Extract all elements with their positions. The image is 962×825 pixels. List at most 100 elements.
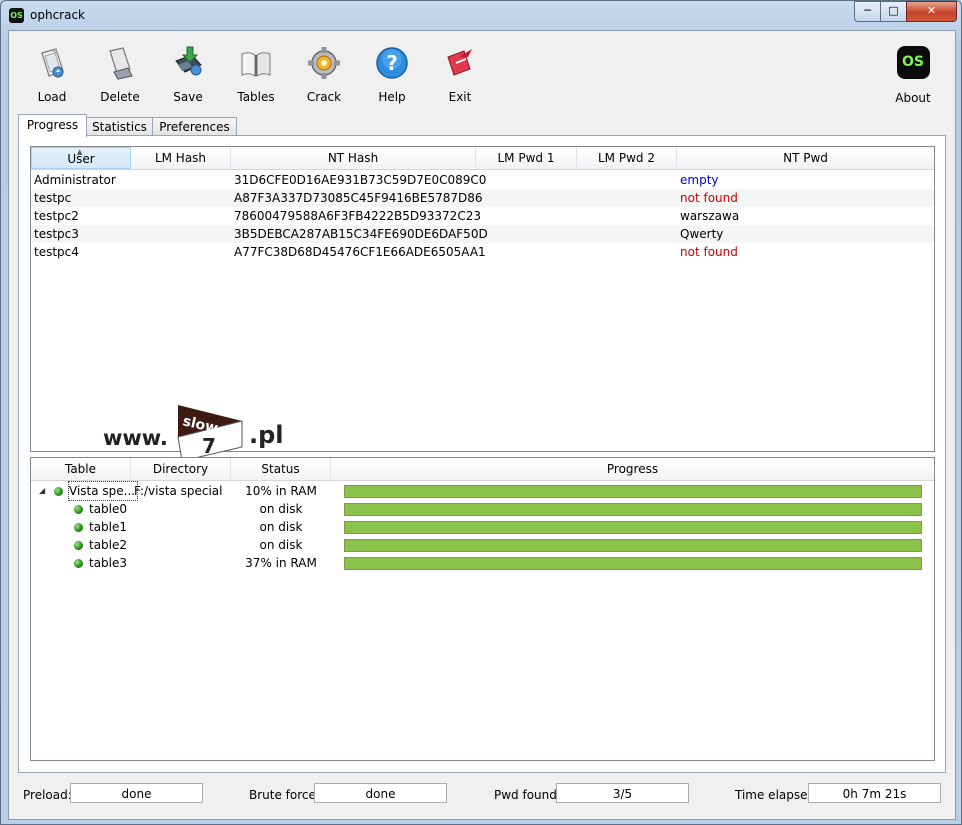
- exit-label: Exit: [448, 90, 472, 104]
- help-label: Help: [378, 90, 406, 104]
- cell-table-name: table1: [89, 520, 128, 534]
- window-title: ophcrack: [30, 8, 85, 22]
- tables-label: Tables: [237, 90, 275, 104]
- col-user[interactable]: ▲ User: [31, 147, 131, 169]
- table-row[interactable]: Administrator 31D6CFE0D16AE931B73C59D7E0C…: [31, 171, 934, 189]
- tab-preferences[interactable]: Preferences: [152, 117, 237, 136]
- delete-icon: [102, 45, 138, 81]
- col-nt-hash[interactable]: NT Hash: [231, 147, 476, 169]
- cell-nt-pwd: empty: [680, 173, 719, 187]
- delete-label: Delete: [100, 90, 140, 104]
- cell-status: 10% in RAM: [245, 484, 317, 498]
- cell-user: testpc: [34, 191, 72, 205]
- cell-status: on disk: [259, 538, 303, 552]
- watermark: www. slow 7 .pl: [103, 401, 284, 461]
- save-label: Save: [173, 90, 203, 104]
- cell-table-name: Vista spe...: [67, 481, 139, 501]
- pwd-found-label: Pwd found:: [494, 788, 561, 802]
- status-bar: Preload: done Brute force: done Pwd foun…: [9, 778, 955, 818]
- tables-icon: [238, 45, 274, 81]
- progress-bar: [344, 557, 922, 570]
- brute-force-value: done: [314, 783, 447, 803]
- status-dot-icon: [54, 487, 63, 496]
- table-row[interactable]: testpc3 3B5DEBCA287AB15C34FE690DE6DAF50D Q…: [31, 225, 934, 243]
- about-button[interactable]: OS About: [883, 45, 943, 105]
- col-lm-pwd1[interactable]: LM Pwd 1: [476, 147, 577, 169]
- table-row[interactable]: table1 on disk: [31, 518, 934, 536]
- exit-button[interactable]: Exit: [430, 45, 490, 105]
- time-elapsed-label: Time elapsed:: [735, 788, 820, 802]
- table-row[interactable]: testpc2 78600479588A6F3FB4222B5D93372C23 w…: [31, 207, 934, 225]
- cell-user: Administrator: [34, 173, 116, 187]
- progress-bar: [344, 503, 922, 516]
- cell-table-name: table2: [89, 538, 128, 552]
- cell-nt-pwd: Qwerty: [680, 227, 724, 241]
- col-status[interactable]: Status: [231, 458, 331, 480]
- cell-table-name: table0: [89, 502, 128, 516]
- load-icon: [34, 45, 70, 81]
- cell-status: on disk: [259, 502, 303, 516]
- cell-table-name: table3: [89, 556, 128, 570]
- cell-nt-hash: 78600479588A6F3FB4222B5D93372C23: [234, 209, 481, 223]
- help-icon: ?: [374, 45, 410, 81]
- cell-status: on disk: [259, 520, 303, 534]
- crack-icon: [306, 45, 342, 81]
- save-button[interactable]: Save: [158, 45, 218, 105]
- cell-directory: F:/vista special: [134, 484, 223, 498]
- load-label: Load: [37, 90, 67, 104]
- watermark-prefix: www.: [103, 426, 168, 450]
- crack-label: Crack: [306, 90, 342, 104]
- col-lm-pwd2[interactable]: LM Pwd 2: [577, 147, 677, 169]
- delete-button[interactable]: Delete: [90, 45, 150, 105]
- crack-button[interactable]: Crack: [294, 45, 354, 105]
- title-bar[interactable]: OS ophcrack ─ □ ✕: [1, 1, 961, 29]
- tables-tree[interactable]: Table Directory Status Progress ◢ Vista s…: [30, 457, 935, 761]
- close-button[interactable]: ✕: [906, 1, 957, 22]
- table-row[interactable]: testpc4 A77FC38D68D45476CF1E66ADE6505AA1 n…: [31, 243, 934, 261]
- progress-bar: [344, 521, 922, 534]
- tab-statistics[interactable]: Statistics: [85, 117, 154, 136]
- progress-bar: [344, 485, 922, 498]
- watermark-logo-num: 7: [202, 434, 216, 458]
- table-row[interactable]: table3 37% in RAM: [31, 554, 934, 572]
- exit-icon: [442, 45, 478, 81]
- watermark-logo: slow 7: [177, 405, 243, 461]
- table-row[interactable]: ◢ Vista spe... F:/vista special 10% in RAM: [31, 481, 934, 501]
- help-button[interactable]: ? Help: [362, 45, 422, 105]
- status-dot-icon: [74, 559, 83, 568]
- hash-table-header: ▲ User LM Hash NT Hash LM Pwd 1 LM Pwd 2…: [31, 147, 934, 170]
- maximize-button[interactable]: □: [880, 1, 907, 22]
- col-nt-pwd[interactable]: NT Pwd: [677, 147, 934, 169]
- save-icon: [170, 45, 206, 81]
- col-progress[interactable]: Progress: [331, 458, 934, 480]
- col-table[interactable]: Table: [31, 458, 131, 480]
- cell-nt-pwd: warszawa: [680, 209, 740, 223]
- col-directory[interactable]: Directory: [131, 458, 231, 480]
- col-lm-hash[interactable]: LM Hash: [131, 147, 231, 169]
- about-icon: OS: [895, 46, 931, 82]
- status-dot-icon: [74, 541, 83, 550]
- os-logo: OS: [896, 46, 930, 79]
- preload-label: Preload:: [23, 788, 72, 802]
- cell-nt-hash: 3B5DEBCA287AB15C34FE690DE6DAF50D: [234, 227, 488, 241]
- app-window: OS ophcrack ─ □ ✕ Load Delete Save Table…: [0, 0, 962, 825]
- load-button[interactable]: Load: [22, 45, 82, 105]
- cell-nt-hash: A87F3A337D73085C45F9416BE5787D86: [234, 191, 483, 205]
- table-row[interactable]: table0 on disk: [31, 500, 934, 518]
- brute-force-label: Brute force:: [249, 788, 320, 802]
- cell-user: testpc3: [34, 227, 79, 241]
- status-dot-icon: [74, 523, 83, 532]
- status-dot-icon: [74, 505, 83, 514]
- tables-button[interactable]: Tables: [226, 45, 286, 105]
- minimize-button[interactable]: ─: [854, 1, 881, 22]
- table-row[interactable]: testpc A87F3A337D73085C45F9416BE5787D86 no…: [31, 189, 934, 207]
- cell-nt-hash: 31D6CFE0D16AE931B73C59D7E0C089C0: [234, 173, 487, 187]
- cell-user: testpc2: [34, 209, 79, 223]
- expand-collapse-icon[interactable]: ◢: [39, 482, 45, 500]
- table-row[interactable]: table2 on disk: [31, 536, 934, 554]
- pwd-found-value: 3/5: [556, 783, 689, 803]
- cell-user: testpc4: [34, 245, 79, 259]
- tab-progress[interactable]: Progress: [18, 114, 87, 137]
- progress-bar: [344, 539, 922, 552]
- progress-panel: ▲ User LM Hash NT Hash LM Pwd 1 LM Pwd 2…: [18, 135, 946, 773]
